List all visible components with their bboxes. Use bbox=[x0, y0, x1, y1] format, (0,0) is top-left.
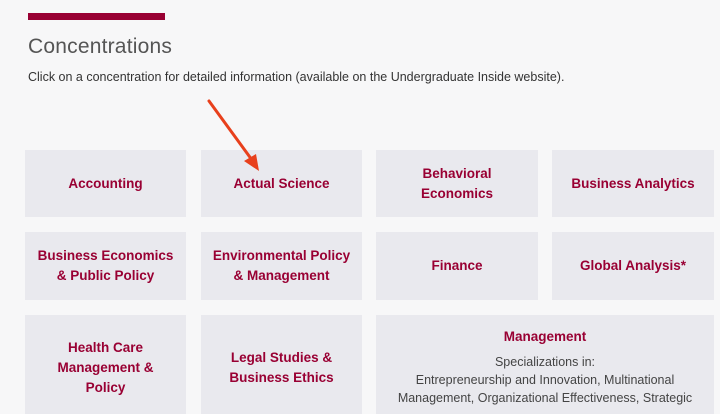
red-arrow-icon bbox=[207, 99, 259, 171]
